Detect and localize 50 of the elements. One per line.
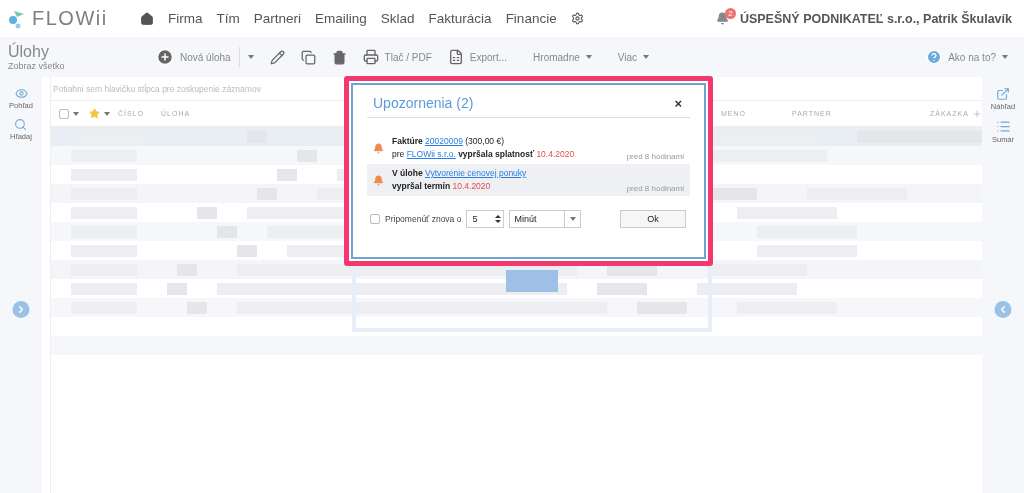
caret-icon[interactable] xyxy=(73,111,79,116)
remind-checkbox[interactable] xyxy=(370,214,380,224)
help-icon xyxy=(926,49,943,65)
unit-select[interactable]: Minút xyxy=(509,210,582,228)
notification-badge: 2 xyxy=(724,8,736,19)
list-icon xyxy=(995,119,1011,134)
ok-button[interactable]: Ok xyxy=(620,210,686,228)
bell-icon[interactable] xyxy=(715,12,729,25)
printer-icon xyxy=(362,49,379,65)
home-icon[interactable] xyxy=(140,11,154,26)
page-title: Úlohy xyxy=(8,43,50,61)
remind-label: Pripomenúť znova o xyxy=(385,214,462,224)
notification-item[interactable]: V úlohe Vytvorenie cenovej ponuky vypršal termín 10.4.2020 pred 8 hodinami xyxy=(367,164,690,196)
more-menu-button[interactable]: Viac xyxy=(609,45,658,69)
logo-icon xyxy=(8,8,26,29)
user-name[interactable]: ÚSPEŠNÝ PODNIKATEĽ s.r.o., Patrik Škulavík xyxy=(739,11,1012,26)
spreadsheet-icon xyxy=(447,49,464,65)
bulk-menu-button[interactable]: Hromadne xyxy=(525,45,600,69)
caret-icon[interactable] xyxy=(104,111,110,116)
amount-spinner[interactable]: 5 xyxy=(466,210,505,228)
select-all-checkbox[interactable] xyxy=(59,108,69,119)
link[interactable]: Vytvorenie cenovej ponuky xyxy=(425,168,527,178)
nav-item[interactable]: Sklad xyxy=(380,11,415,26)
notification-time: pred 8 hodinami xyxy=(626,184,684,193)
nav-item[interactable]: Emailing xyxy=(315,11,367,26)
search-icon xyxy=(14,118,28,131)
external-link-icon xyxy=(996,87,1010,101)
nav-item[interactable]: Partneri xyxy=(253,11,302,26)
link[interactable]: 20020009 xyxy=(425,136,463,146)
bell-icon xyxy=(373,174,384,186)
notification-item[interactable]: Faktúre 20020009 (300,00 €) pre FLOWii s.r.o. vypršala splatnosť 10.4.2020 pred 8 hodinami xyxy=(367,132,690,164)
eye-icon xyxy=(14,87,28,100)
help-button[interactable]: Ako na to? xyxy=(918,45,1016,69)
print-button[interactable]: Tlač / PDF xyxy=(354,45,440,69)
nav-item[interactable]: Financie xyxy=(505,11,557,26)
nav-item[interactable]: Fakturácia xyxy=(428,11,492,26)
bell-icon xyxy=(373,142,384,154)
notification-time: pred 8 hodinami xyxy=(626,152,684,161)
nav-item[interactable]: Tím xyxy=(216,11,240,26)
notification-text: Faktúre 20020009 (300,00 €) pre FLOWii s.r.o. vypršala splatnosť 10.4.2020 xyxy=(392,135,576,161)
star-icon[interactable] xyxy=(89,108,100,119)
export-button[interactable]: Export... xyxy=(439,45,516,69)
plus-circle-icon xyxy=(156,48,174,66)
settings-icon[interactable] xyxy=(570,12,584,25)
nav-item[interactable]: Firma xyxy=(168,11,203,26)
new-task-button[interactable]: Nová úloha xyxy=(148,45,239,69)
view-filter-link[interactable]: Zobraz všetko xyxy=(8,61,148,71)
notification-text: V úlohe Vytvorenie cenovej ponuky vypršal termín 10.4.2020 xyxy=(392,167,528,193)
link[interactable]: FLOWii s.r.o. xyxy=(406,149,456,159)
logo-text: FLOWii xyxy=(32,7,108,30)
